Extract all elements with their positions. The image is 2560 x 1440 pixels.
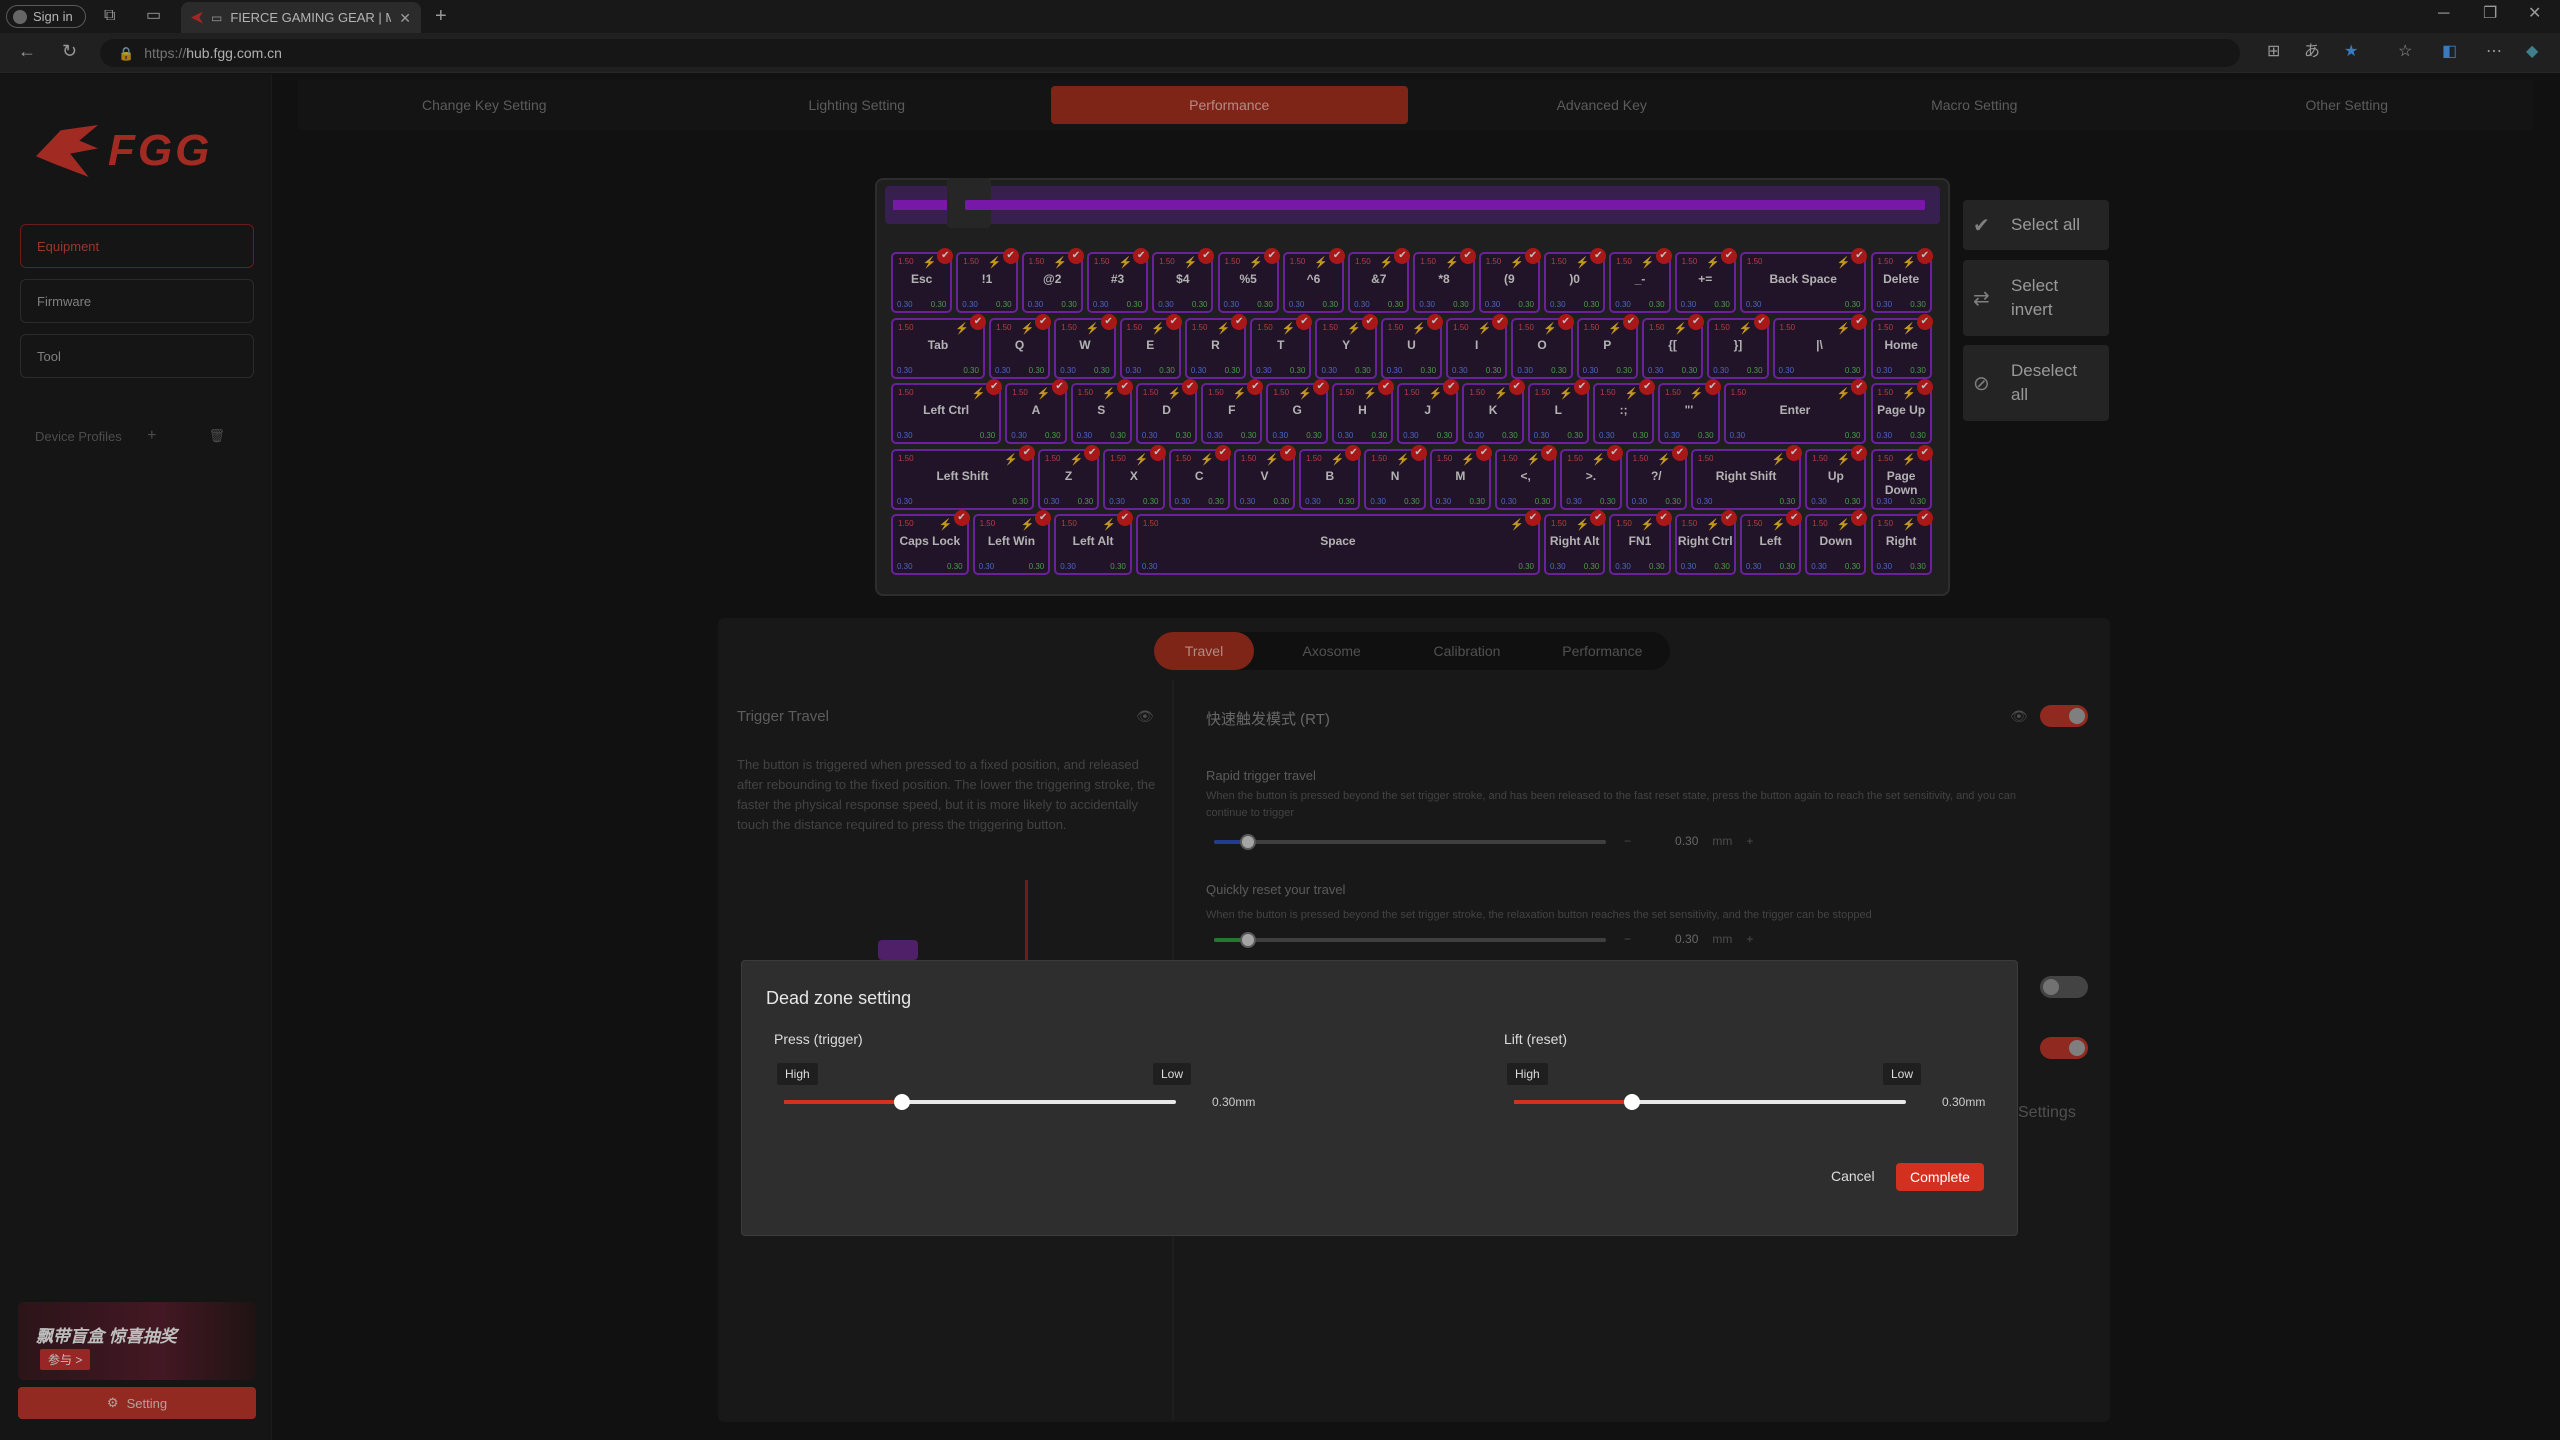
press-deadzone-value: 0.30mm [1212,1095,1256,1109]
press-trigger-label: Press (trigger) [774,1031,863,1047]
press-deadzone-slider[interactable] [784,1094,1176,1110]
lift-deadzone-fill [1514,1100,1632,1104]
dialog-title: Dead zone setting [766,988,912,1008]
press-deadzone-thumb[interactable] [893,1094,910,1110]
lift-low-tag: Low [1883,1063,1922,1085]
lift-deadzone-value: 0.30mm [1942,1095,1986,1109]
complete-button[interactable]: Complete [1896,1163,1984,1191]
lift-high-tag: High [1507,1063,1548,1085]
press-deadzone-fill [784,1100,902,1104]
lift-deadzone-slider[interactable] [1514,1094,1906,1110]
dead-zone-dialog: Dead zone setting Press (trigger) High L… [741,960,2018,1236]
press-low-tag: Low [1153,1063,1192,1085]
lift-deadzone-thumb[interactable] [1623,1094,1640,1110]
cancel-button[interactable]: Cancel [1831,1168,1875,1184]
lift-reset-label: Lift (reset) [1504,1031,1568,1047]
press-high-tag: High [777,1063,818,1085]
